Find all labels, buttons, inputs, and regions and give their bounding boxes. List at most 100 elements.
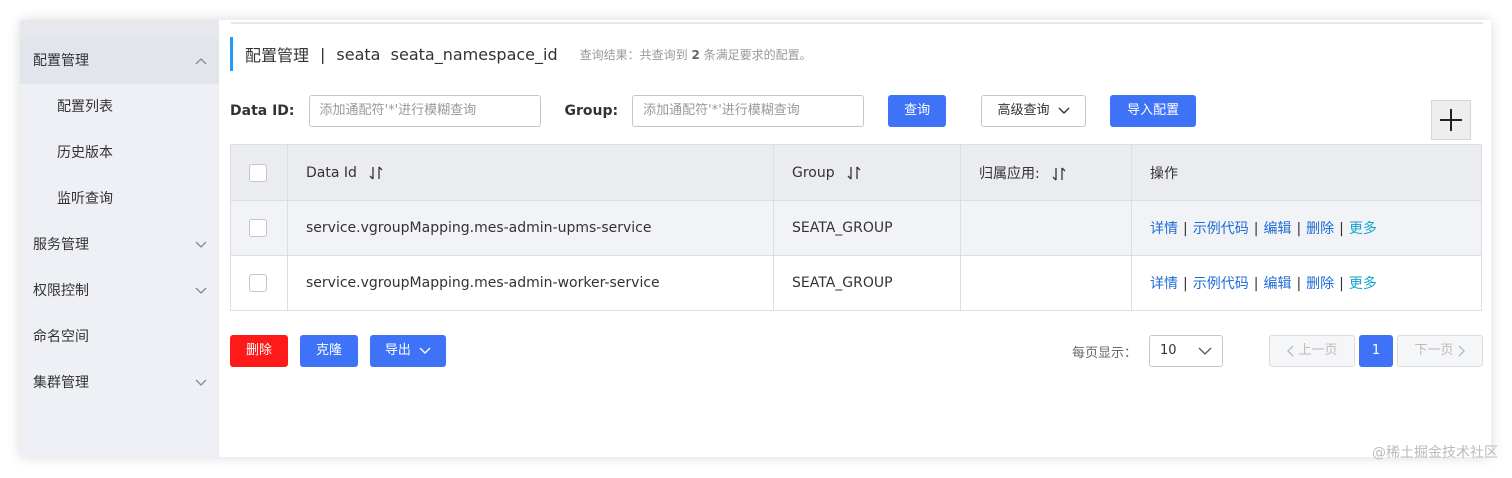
add-config-button[interactable] — [1431, 100, 1471, 140]
row-checkbox[interactable] — [249, 219, 267, 237]
column-header-data-id[interactable]: Data Id — [287, 144, 774, 201]
batch-actions: 删除 克隆 导出 — [230, 335, 446, 367]
chevron-down-icon — [195, 360, 207, 406]
operations-cell: 详情 | 示例代码 | 编辑 | 删除 | 更多 — [1131, 255, 1482, 311]
title-separator: | — [320, 44, 326, 64]
column-header-label: 操作 — [1150, 165, 1178, 182]
details-link[interactable]: 详情 — [1150, 276, 1178, 292]
import-config-button[interactable]: 导入配置 — [1110, 95, 1197, 127]
sort-icon[interactable] — [847, 166, 861, 180]
chevron-up-icon — [195, 38, 207, 84]
chevron-down-icon — [1198, 347, 1212, 355]
group-cell: SEATA_GROUP — [773, 255, 961, 311]
top-divider — [231, 22, 1483, 24]
column-header-app[interactable]: 归属应用: — [960, 144, 1132, 201]
op-separator: | — [1339, 276, 1344, 292]
select-all-cell — [230, 144, 288, 201]
table-header-row: Data Id Group 归属应用: 操作 — [230, 144, 1482, 201]
sample-code-link[interactable]: 示例代码 — [1193, 221, 1249, 237]
sidebar-item-label: 监听查询 — [57, 191, 113, 207]
batch-delete-button[interactable]: 删除 — [230, 335, 288, 367]
sidebar-item-access-control[interactable]: 权限控制 — [20, 268, 219, 314]
operations-cell: 详情 | 示例代码 | 编辑 | 删除 | 更多 — [1131, 200, 1482, 256]
sidebar-item-cluster-management[interactable]: 集群管理 — [20, 360, 219, 406]
chevron-down-icon — [419, 347, 431, 354]
table-row: service.vgroupMapping.mes-admin-worker-s… — [230, 255, 1482, 311]
data-id-cell: service.vgroupMapping.mes-admin-worker-s… — [287, 255, 774, 311]
group-label: Group: — [564, 103, 619, 119]
next-page-button[interactable]: 下一页 — [1397, 335, 1483, 367]
app-window: 配置管理 配置列表 历史版本 监听查询 服务管理 权限控制 命名空间 集群管理 … — [20, 20, 1491, 457]
sidebar-item-history[interactable]: 历史版本 — [20, 130, 219, 176]
column-header-group[interactable]: Group — [773, 144, 961, 201]
delete-link[interactable]: 删除 — [1306, 276, 1334, 292]
sidebar-item-label: 权限控制 — [33, 283, 89, 299]
result-count: 2 — [691, 47, 700, 62]
sidebar-item-config-list[interactable]: 配置列表 — [20, 84, 219, 130]
select-all-checkbox[interactable] — [249, 163, 267, 182]
op-separator: | — [1253, 221, 1259, 237]
plus-icon — [1440, 109, 1462, 131]
export-button[interactable]: 导出 — [370, 335, 446, 367]
table-row: service.vgroupMapping.mes-admin-upms-ser… — [230, 200, 1482, 256]
row-select-cell — [230, 200, 288, 256]
query-button[interactable]: 查询 — [888, 95, 947, 127]
filter-bar: Data ID: 添加通配符'*'进行模糊查询 Group: 添加通配符'*'进… — [230, 95, 1197, 127]
chevron-down-icon — [1058, 107, 1070, 114]
advanced-query-button[interactable]: 高级查询 — [981, 95, 1087, 127]
app-cell — [960, 255, 1132, 311]
op-separator: | — [1253, 276, 1259, 292]
sidebar-item-label: 配置列表 — [57, 99, 113, 115]
prev-page-label: 上一页 — [1298, 343, 1338, 358]
sidebar-top-spacer — [20, 20, 219, 38]
sidebar-item-service-management[interactable]: 服务管理 — [20, 222, 219, 268]
group-cell: SEATA_GROUP — [773, 200, 961, 256]
sidebar-item-listener-query[interactable]: 监听查询 — [20, 176, 219, 222]
app-cell — [960, 200, 1132, 256]
details-link[interactable]: 详情 — [1150, 221, 1178, 237]
sidebar: 配置管理 配置列表 历史版本 监听查询 服务管理 权限控制 命名空间 集群管理 — [20, 20, 219, 457]
delete-link[interactable]: 删除 — [1306, 221, 1334, 237]
result-suffix: 条满足要求的配置。 — [703, 47, 812, 62]
watermark: @稀土掘金技术社区 — [1372, 445, 1498, 461]
advanced-query-label: 高级查询 — [997, 103, 1050, 118]
column-header-label: Group — [792, 164, 835, 181]
edit-link[interactable]: 编辑 — [1263, 221, 1291, 237]
op-separator: | — [1183, 221, 1188, 237]
query-result-summary: 查询结果：共查询到 2 条满足要求的配置。 — [580, 46, 812, 63]
sample-code-link[interactable]: 示例代码 — [1193, 276, 1249, 292]
edit-link[interactable]: 编辑 — [1263, 276, 1291, 292]
per-page-value: 10 — [1160, 343, 1177, 358]
more-link[interactable]: 更多 — [1349, 276, 1377, 292]
column-header-operations: 操作 — [1131, 144, 1482, 201]
chevron-right-icon — [1458, 345, 1465, 356]
config-table: Data Id Group 归属应用: 操作 service.vgroupMap… — [230, 144, 1482, 311]
page-1-button[interactable]: 1 — [1359, 335, 1393, 367]
prev-page-button[interactable]: 上一页 — [1269, 335, 1355, 367]
column-header-label: 归属应用: — [979, 165, 1040, 182]
page-title: 配置管理 — [245, 46, 310, 65]
page-header: 配置管理 | seata seata_namespace_id 查询结果：共查询… — [230, 36, 812, 72]
clone-button[interactable]: 克隆 — [300, 335, 358, 367]
per-page-select[interactable]: 10 — [1149, 335, 1223, 367]
chevron-down-icon — [195, 222, 207, 268]
data-id-input[interactable]: 添加通配符'*'进行模糊查询 — [308, 95, 541, 127]
op-separator: | — [1183, 276, 1188, 292]
title-accent-bar — [230, 37, 233, 71]
sidebar-item-namespace[interactable]: 命名空间 — [20, 314, 219, 360]
sidebar-item-label: 命名空间 — [33, 329, 89, 345]
sort-icon[interactable] — [1052, 167, 1066, 181]
result-prefix: 查询结果：共查询到 — [579, 47, 688, 62]
data-id-cell: service.vgroupMapping.mes-admin-upms-ser… — [287, 200, 774, 256]
sort-icon[interactable] — [369, 166, 383, 180]
row-checkbox[interactable] — [249, 274, 267, 292]
main-content: 配置管理 | seata seata_namespace_id 查询结果：共查询… — [219, 20, 1491, 457]
op-separator: | — [1296, 276, 1302, 292]
op-separator: | — [1339, 221, 1344, 237]
sidebar-item-label: 集群管理 — [33, 375, 89, 391]
next-page-label: 下一页 — [1414, 343, 1454, 358]
sidebar-item-label: 服务管理 — [33, 237, 89, 253]
sidebar-item-config-management[interactable]: 配置管理 — [20, 38, 219, 84]
more-link[interactable]: 更多 — [1349, 221, 1377, 237]
group-input[interactable]: 添加通配符'*'进行模糊查询 — [632, 95, 865, 127]
